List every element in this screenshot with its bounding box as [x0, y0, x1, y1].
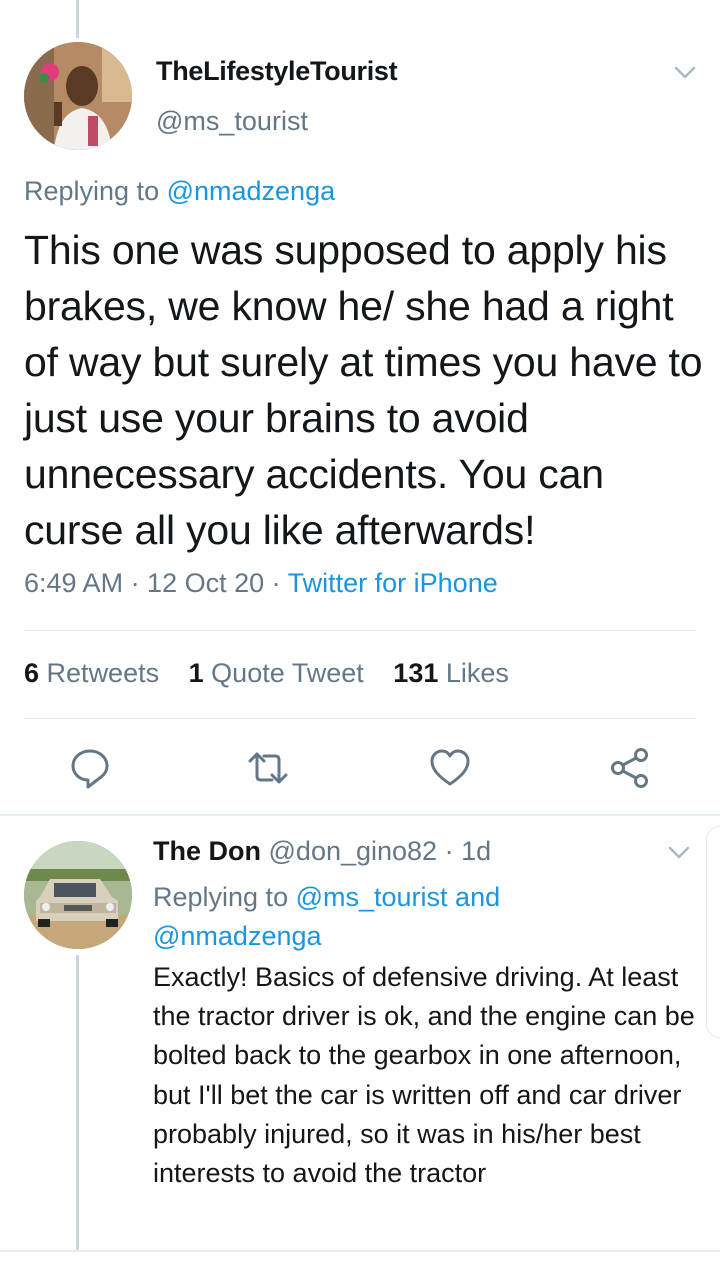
- tweet-source-link[interactable]: Twitter for iPhone: [288, 568, 498, 598]
- divider: [24, 630, 696, 631]
- reply-time[interactable]: · 1d: [437, 836, 492, 866]
- car-photo: [24, 841, 132, 949]
- reply-handle[interactable]: @don_gino82: [269, 836, 438, 866]
- replying-to: Replying to @nmadzenga: [24, 176, 335, 207]
- reply-replying-prefix: Replying to: [153, 882, 296, 912]
- quotes-count: 1: [188, 658, 204, 688]
- user-handle[interactable]: @ms_tourist: [156, 106, 308, 137]
- tweet-text: This one was supposed to apply his brake…: [24, 227, 703, 553]
- reply-header: The Don @don_gino82 · 1d: [153, 836, 491, 867]
- retweets-count: 6: [24, 658, 40, 688]
- tweet-stats: 6 Retweets 1 Quote Tweet 131 Likes: [24, 658, 531, 689]
- display-name[interactable]: TheLifestyleTourist: [156, 56, 398, 87]
- bottom-divider: [0, 1250, 720, 1252]
- reply-replying-to: Replying to @ms_tourist and @nmadzenga: [153, 878, 673, 956]
- quotes-stat[interactable]: 1 Quote Tweet: [189, 658, 364, 688]
- retweets-label: Retweets: [46, 658, 160, 688]
- reply-display-name[interactable]: The Don: [153, 836, 261, 866]
- likes-label: Likes: [445, 658, 509, 688]
- likes-stat[interactable]: 131 Likes: [393, 658, 509, 688]
- retweets-stat[interactable]: 6 Retweets: [24, 658, 159, 688]
- reply-avatar[interactable]: [24, 841, 132, 949]
- replying-to-link[interactable]: @nmadzenga: [153, 921, 322, 951]
- thread-line-reply: [76, 955, 79, 1251]
- replying-prefix: Replying to: [24, 176, 167, 206]
- replying-to-link[interactable]: @nmadzenga: [167, 176, 336, 206]
- like-icon[interactable]: [428, 746, 472, 790]
- side-card-edge: [706, 826, 720, 1038]
- retweet-icon[interactable]: [246, 746, 290, 790]
- quotes-label: Quote Tweet: [211, 658, 364, 688]
- tweet-timestamp[interactable]: 6:49 AM · 12 Oct 20 ·: [24, 568, 288, 598]
- section-separator: [0, 814, 720, 816]
- avatar-photo: [24, 42, 132, 150]
- likes-count: 131: [393, 658, 439, 688]
- tweet-meta: 6:49 AM · 12 Oct 20 · Twitter for iPhone: [24, 568, 498, 599]
- avatar[interactable]: [24, 42, 132, 150]
- reply-text: Exactly! Basics of defensive driving. At…: [153, 962, 695, 1189]
- replying-and: and: [447, 882, 501, 912]
- thread-line-top: [76, 0, 79, 38]
- chevron-down-icon[interactable]: [668, 846, 690, 860]
- divider: [24, 718, 696, 719]
- chevron-down-icon[interactable]: [674, 66, 696, 80]
- reply-icon[interactable]: [68, 746, 112, 790]
- tweet-actions: [0, 746, 720, 794]
- share-icon[interactable]: [608, 746, 652, 790]
- replying-to-link[interactable]: @ms_tourist: [296, 882, 448, 912]
